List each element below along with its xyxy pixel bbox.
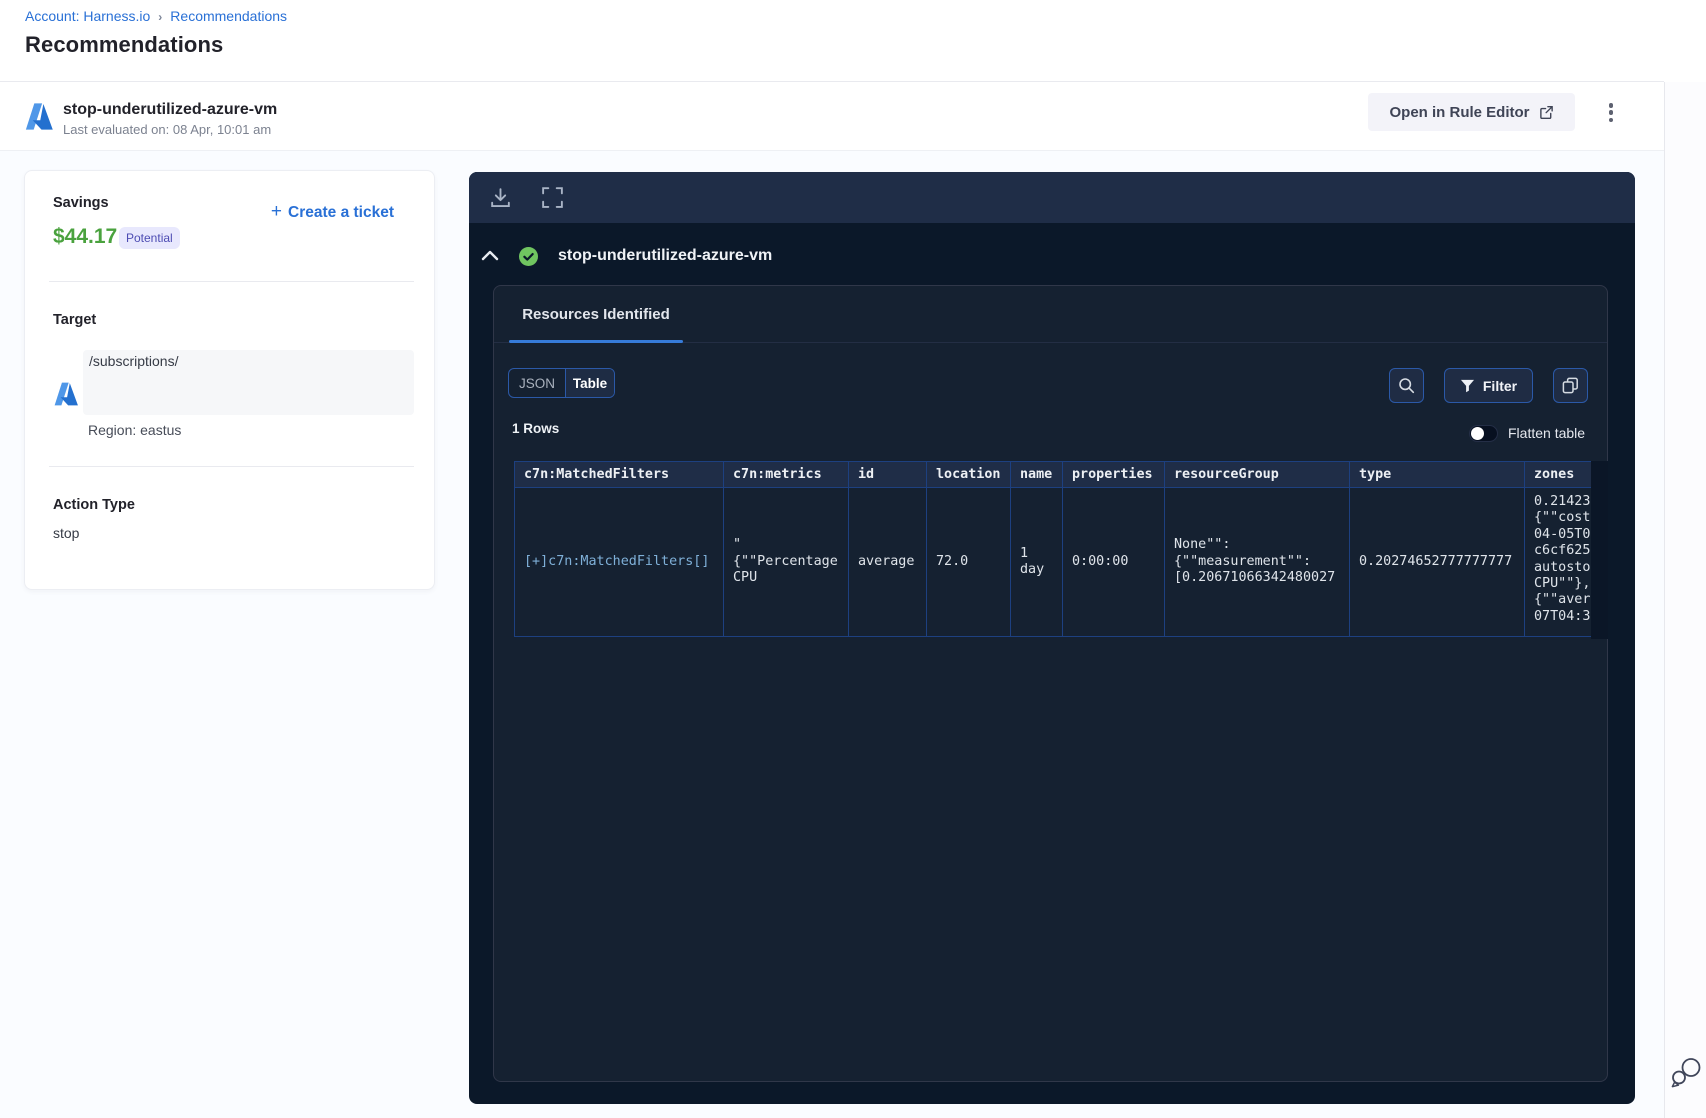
search-button[interactable] — [1389, 368, 1424, 403]
header-divider — [0, 81, 1664, 82]
last-evaluated-text: Last evaluated on: 08 Apr, 10:01 am — [63, 122, 272, 137]
flatten-table-toggle[interactable] — [1469, 425, 1498, 442]
breadcrumb-separator: › — [158, 10, 163, 24]
potential-badge: Potential — [119, 227, 180, 249]
filter-button[interactable]: Filter — [1444, 368, 1533, 403]
feedback-chat-icon[interactable] — [1669, 1055, 1703, 1089]
page-title: Recommendations — [25, 32, 224, 57]
target-path: /subscriptions/ — [89, 353, 179, 369]
open-rule-editor-button[interactable]: Open in Rule Editor — [1368, 93, 1575, 131]
success-check-icon — [519, 247, 538, 266]
resources-card: Resources Identified JSON Table Filter 1… — [493, 285, 1608, 1082]
create-ticket-label: Create a ticket — [288, 204, 394, 221]
col-header-id[interactable]: id — [848, 461, 927, 488]
panel-toolbar — [469, 172, 1635, 223]
breadcrumb: Account: Harness.io › Recommendations — [25, 8, 287, 24]
target-label: Target — [53, 312, 97, 328]
cell-name: 1 day — [1010, 487, 1063, 637]
cell-zones: 0.2142378 {""cost"" 04-05T00: c6cf62599 … — [1524, 487, 1591, 637]
header-bottom-divider — [0, 150, 1664, 151]
action-type-label: Action Type — [53, 497, 135, 513]
resources-panel: stop-underutilized-azure-vm Resources Id… — [469, 172, 1635, 1104]
card-divider-1 — [49, 281, 414, 282]
tab-resources-identified[interactable]: Resources Identified — [509, 286, 683, 343]
table-scroll-shadow — [1591, 461, 1608, 639]
azure-logo-icon-small — [54, 382, 78, 406]
summary-card: Savings + Create a ticket $44.17 Potentia… — [24, 170, 435, 590]
view-toggle-json[interactable]: JSON — [509, 369, 565, 397]
copy-button[interactable] — [1553, 368, 1588, 403]
more-options-menu[interactable] — [1601, 103, 1621, 122]
col-header-matchedfilters[interactable]: c7n:MatchedFilters — [514, 461, 724, 488]
cell-resourcegroup: None"": {""measurement"": [0.20671066342… — [1164, 487, 1350, 637]
recommendation-name: stop-underutilized-azure-vm — [63, 101, 278, 118]
cell-location: 72.0 — [926, 487, 1011, 637]
filter-label: Filter — [1482, 377, 1518, 394]
collapse-chevron-icon[interactable] — [481, 249, 499, 261]
download-icon[interactable] — [488, 185, 513, 210]
col-header-resourcegroup[interactable]: resourceGroup — [1164, 461, 1350, 488]
savings-value: $44.17 — [53, 225, 118, 248]
target-path-box: /subscriptions/ — [83, 350, 414, 415]
card-divider-2 — [49, 466, 414, 467]
copy-icon — [1562, 377, 1578, 394]
col-header-metrics[interactable]: c7n:metrics — [723, 461, 849, 488]
create-ticket-link[interactable]: + Create a ticket — [271, 201, 394, 223]
col-header-zones[interactable]: zones — [1524, 461, 1591, 488]
resources-table: c7n:MatchedFilters c7n:metrics id locati… — [514, 461, 1591, 637]
flatten-table-label: Flatten table — [1508, 425, 1586, 441]
view-toggle-table[interactable]: Table — [565, 369, 614, 397]
tab-bar: Resources Identified — [494, 286, 1607, 343]
breadcrumb-current-link[interactable]: Recommendations — [170, 8, 287, 24]
page-header: Account: Harness.io › Recommendations Reco… — [0, 0, 1706, 151]
breadcrumb-account-link[interactable]: Account: Harness.io — [25, 8, 150, 24]
search-icon — [1399, 378, 1415, 394]
active-tab-underline — [509, 340, 683, 343]
region-text: Region: eastus — [88, 422, 182, 438]
panel-recommendation-title: stop-underutilized-azure-vm — [558, 247, 773, 264]
azure-logo-icon — [25, 103, 53, 130]
cell-metrics: " {""Percentage CPU — [723, 487, 849, 637]
external-link-icon — [1539, 105, 1553, 119]
plus-icon: + — [270, 201, 283, 222]
fullscreen-icon[interactable] — [540, 185, 565, 210]
col-header-properties[interactable]: properties — [1062, 461, 1165, 488]
col-header-type[interactable]: type — [1349, 461, 1525, 488]
col-header-name[interactable]: name — [1010, 461, 1063, 488]
open-rule-editor-label: Open in Rule Editor — [1389, 103, 1530, 121]
table-header-row: c7n:MatchedFilters c7n:metrics id locati… — [514, 461, 1591, 488]
cell-matchedfilters[interactable]: [+]c7n:MatchedFilters[] — [514, 487, 724, 637]
cell-type: 0.20274652777777777 — [1349, 487, 1525, 637]
table-row: [+]c7n:MatchedFilters[] " {""Percentage … — [514, 487, 1591, 637]
filter-icon — [1460, 379, 1474, 392]
cell-properties: 0:00:00 — [1062, 487, 1165, 637]
rows-count: 1 Rows — [512, 421, 560, 436]
savings-label: Savings — [53, 195, 109, 211]
col-header-location[interactable]: location — [926, 461, 1011, 488]
view-toggle: JSON Table — [508, 368, 615, 398]
resources-table-wrapper: c7n:MatchedFilters c7n:metrics id locati… — [514, 461, 1591, 639]
cell-id: average — [848, 487, 927, 637]
action-type-value: stop — [53, 525, 80, 541]
right-gutter — [1665, 82, 1706, 1118]
